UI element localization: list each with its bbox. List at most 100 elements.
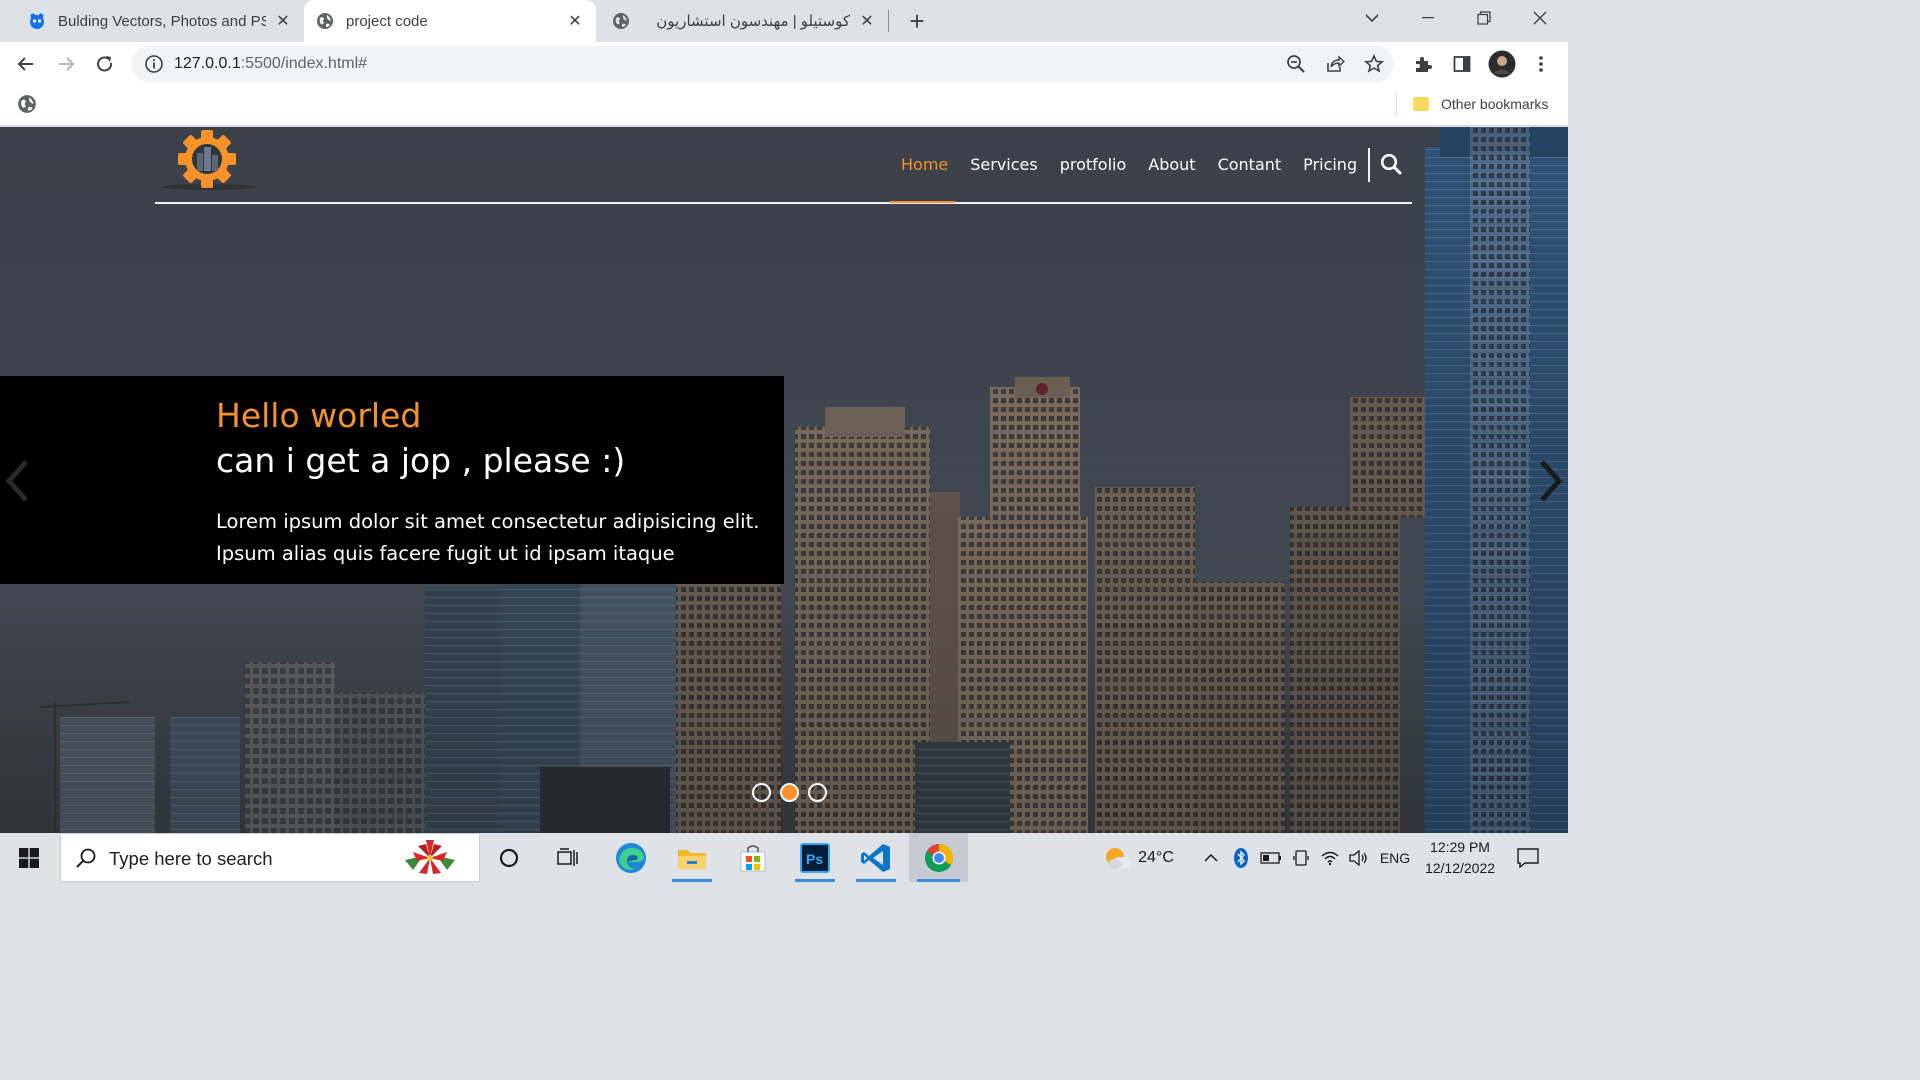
back-button[interactable] [12, 50, 40, 78]
vscode-icon [861, 843, 890, 872]
browser-tab-strip: Bulding Vectors, Photos and PSD ✕ projec… [0, 0, 1568, 42]
share-icon[interactable] [1325, 54, 1345, 74]
microsoft-store-icon [740, 844, 766, 871]
gear-logo-icon[interactable] [159, 129, 259, 193]
tab-title: Bulding Vectors, Photos and PSD [58, 12, 266, 30]
taskbar-clock[interactable]: 12:29 PM 12/12/2022 [1418, 837, 1502, 879]
tab-title: كوستيلو | مهندسون استشاريون [656, 13, 850, 30]
avatar-icon [1488, 50, 1516, 78]
hero-greeting: Hello worled [216, 396, 422, 435]
chrome-icon [924, 843, 953, 872]
address-bar[interactable]: 127.0.0.1:5500/index.html# [132, 46, 1394, 82]
nav-link-contact[interactable]: Contant [1207, 154, 1293, 176]
page-viewport: Home Services protfolio About Contant Pr… [0, 127, 1568, 833]
bookmarks-divider [1396, 92, 1397, 116]
windows-logo-icon [19, 847, 39, 868]
puzzle-icon [1416, 57, 1432, 72]
carousel-dot-1[interactable] [752, 783, 771, 802]
tab-search-button[interactable] [1344, 0, 1400, 36]
close-tab-icon[interactable]: ✕ [566, 12, 584, 30]
network-tray[interactable] [1318, 833, 1342, 882]
microsoft-store-app[interactable] [725, 833, 781, 882]
other-bookmarks-button[interactable]: Other bookmarks [1413, 92, 1548, 116]
side-panel-icon [1453, 56, 1471, 72]
carousel-dot-2[interactable] [780, 783, 799, 802]
bluetooth-tray[interactable] [1230, 833, 1252, 882]
cortana-button[interactable] [481, 833, 537, 882]
task-view-button[interactable] [540, 833, 596, 882]
extensions-button[interactable] [1409, 50, 1437, 78]
nav-link-portfolio[interactable]: protfolio [1049, 154, 1138, 176]
photoshop-app[interactable]: Ps [787, 833, 843, 882]
restore-button[interactable] [1456, 0, 1512, 36]
show-hidden-icons-button[interactable] [1200, 833, 1222, 882]
close-tab-icon[interactable]: ✕ [858, 12, 876, 30]
svg-text:Ps: Ps [806, 851, 823, 867]
search-icon [76, 848, 96, 868]
edge-icon [616, 842, 646, 873]
bluetooth-icon [1234, 847, 1248, 868]
info-icon[interactable] [144, 54, 164, 74]
chevron-down-icon [1365, 13, 1379, 22]
volume-tray[interactable] [1346, 833, 1370, 882]
weather-temperature: 24°C [1138, 848, 1174, 866]
device-icon [1293, 849, 1309, 866]
close-tab-icon[interactable]: ✕ [274, 12, 292, 30]
carousel-dot-3[interactable] [808, 783, 827, 802]
nav-link-pricing[interactable]: Pricing [1292, 154, 1368, 176]
profile-avatar[interactable] [1488, 50, 1516, 78]
battery-tray[interactable] [1258, 833, 1284, 882]
tab-costello[interactable]: كوستيلو | مهندسون استشاريون ✕ [600, 0, 888, 42]
meet-now-tray[interactable] [1290, 833, 1312, 882]
nav-link-services[interactable]: Services [959, 154, 1048, 176]
reload-button[interactable] [91, 50, 119, 78]
tab-divider [888, 10, 889, 32]
minimize-icon [1422, 17, 1434, 19]
chevron-right-icon [1540, 460, 1563, 502]
taskbar-search-box[interactable]: Type here to search [60, 833, 480, 882]
bookmark-star-icon[interactable] [1364, 54, 1384, 74]
nav-link-about[interactable]: About [1137, 154, 1206, 176]
chrome-app[interactable] [909, 833, 968, 882]
freepik-favicon-icon [30, 13, 44, 29]
new-tab-button[interactable]: + [903, 6, 931, 36]
other-bookmarks-label: Other bookmarks [1441, 96, 1549, 112]
windows-taskbar: Type here to search Ps 24°C ENG 12:29 PM… [0, 833, 1568, 882]
url-text[interactable]: 127.0.0.1:5500/index.html# [174, 55, 367, 73]
start-button[interactable] [0, 833, 58, 882]
active-nav-underline [890, 201, 955, 203]
carousel-next-button[interactable] [1534, 450, 1568, 512]
restore-icon [1477, 11, 1491, 25]
close-window-button[interactable] [1512, 0, 1568, 36]
close-icon [1533, 11, 1547, 25]
side-panel-button[interactable] [1448, 50, 1476, 78]
task-view-icon [557, 847, 578, 866]
weather-widget[interactable]: 24°C [1096, 833, 1180, 882]
tab-freepik[interactable]: Bulding Vectors, Photos and PSD ✕ [16, 0, 304, 42]
carousel-prev-button[interactable] [0, 450, 34, 512]
speaker-icon [1349, 849, 1367, 866]
zoom-out-icon[interactable] [1286, 54, 1306, 74]
forward-button[interactable] [52, 50, 80, 78]
battery-icon [1260, 851, 1281, 864]
chevron-up-icon [1204, 853, 1218, 862]
reload-icon [97, 56, 113, 72]
notification-icon [1517, 847, 1539, 868]
browser-menu-button[interactable] [1527, 50, 1555, 78]
file-explorer-app[interactable] [664, 833, 720, 882]
url-path: :5500/index.html# [240, 55, 368, 72]
globe-icon[interactable] [17, 94, 37, 114]
clock-date: 12/12/2022 [1424, 860, 1496, 876]
search-icon[interactable] [1380, 153, 1402, 175]
globe-icon [613, 13, 629, 29]
notifications-button[interactable] [1510, 833, 1546, 882]
tab-project-code[interactable]: project code ✕ [304, 0, 596, 42]
cortana-icon [499, 848, 519, 867]
carousel-indicators [752, 783, 827, 802]
nav-link-home[interactable]: Home [890, 154, 959, 176]
input-language[interactable]: ENG [1376, 833, 1414, 882]
edge-app[interactable] [603, 833, 659, 882]
url-host: 127.0.0.1 [174, 55, 241, 72]
minimize-button[interactable] [1400, 0, 1456, 36]
vscode-app[interactable] [848, 833, 904, 882]
